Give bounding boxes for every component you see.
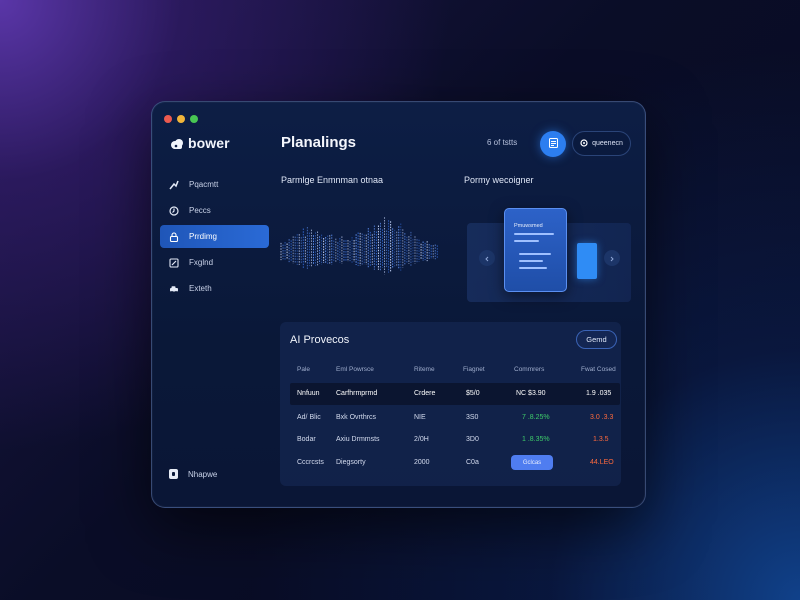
sidebar-item-label: Exteth — [189, 284, 212, 293]
table-cell: 2000 — [414, 459, 430, 466]
carousel-prev-button[interactable] — [479, 250, 495, 266]
table-row[interactable]: Ad/ Blic Bxk Ovrthrcs NIE 3S0 7 .8.25% 3… — [290, 407, 620, 429]
cloud-icon — [170, 137, 184, 149]
promo-carousel: Pmuwsmed — [467, 208, 631, 302]
column-header[interactable]: Pale — [297, 366, 310, 373]
header-action-pill[interactable]: queenecn — [572, 131, 631, 156]
edit-icon — [169, 257, 179, 268]
sidebar-item-label: Peccs — [189, 206, 211, 215]
car-icon — [169, 284, 179, 294]
chart-icon — [169, 180, 179, 190]
providers-panel: AI Provecos Gemd Pale Eml Powrsce Riteme… — [280, 322, 621, 486]
app-window: bower Pqacmtt Peccs Prrdimg Fxglnd Extet… — [151, 101, 646, 508]
sidebar-item-label: Pqacmtt — [189, 180, 219, 189]
promo-section-title: Pormy wecoigner — [464, 175, 534, 185]
chevron-right-icon — [609, 249, 615, 267]
list-icon — [548, 135, 558, 153]
table-cell: Nnfuun — [297, 390, 320, 397]
table-cell: Ad/ Blic — [297, 414, 321, 421]
table-cell: C0a — [466, 459, 479, 466]
clock-icon — [169, 205, 179, 216]
sidebar-item-2[interactable]: Prrdimg — [160, 225, 269, 248]
table-cell: $5/0 — [466, 390, 480, 397]
lock-icon — [169, 231, 179, 242]
row-action-button[interactable]: Gclcas — [511, 455, 553, 470]
window-controls — [164, 115, 198, 123]
header-primary-button[interactable] — [540, 131, 566, 157]
column-header[interactable]: Commrers — [514, 366, 544, 373]
column-header[interactable]: Riteme — [414, 366, 435, 373]
column-header[interactable]: Eml Powrsce — [336, 366, 374, 373]
brand[interactable]: bower — [170, 135, 230, 151]
brand-name: bower — [188, 135, 230, 151]
table-cell-final: 1.3.5 — [593, 436, 609, 443]
column-header[interactable]: Fiagnet — [463, 366, 485, 373]
minimize-window-button[interactable] — [177, 115, 185, 123]
table-cell-final: 3.0 .3.3 — [590, 414, 614, 421]
table-cell: NIE — [414, 414, 426, 421]
promo-card-line — [519, 267, 547, 269]
sidebar-item-0[interactable]: Pqacmtt — [160, 173, 269, 196]
panel-title: AI Provecos — [290, 334, 350, 346]
table-cell: 3S0 — [466, 414, 479, 421]
table-cell: Crdere — [414, 390, 436, 397]
column-header[interactable]: Fwat Cosed — [581, 366, 616, 373]
chevron-left-icon — [484, 249, 490, 267]
table-cell: Bxk Ovrthrcs — [336, 414, 377, 421]
sidebar-item-label: Prrdimg — [189, 232, 218, 241]
promo-card-line — [514, 240, 539, 242]
sidebar-item-1[interactable]: Peccs — [160, 199, 269, 222]
promo-card-title: Pmuwsmed — [514, 223, 543, 229]
table-cell: 3D0 — [466, 436, 479, 443]
settings-icon — [580, 138, 588, 149]
promo-card-line — [514, 233, 554, 235]
table-cell: Cccrcsts — [297, 459, 324, 466]
table-row[interactable]: Nnfuun Carfhrmprmd Crdere $5/0 NC $3.90 … — [290, 383, 620, 405]
promo-card-line — [519, 260, 543, 262]
sidebar-nav: Pqacmtt Peccs Prrdimg Fxglnd Exteth — [160, 173, 269, 303]
sidebar-item-4[interactable]: Exteth — [160, 277, 269, 300]
table-cell: Diegsorty — [336, 459, 366, 466]
table-cell: NC $3.90 — [516, 390, 546, 397]
table-cell: Axiu Drmmsts — [336, 436, 380, 443]
table-cell-change: 1 .8.35% — [522, 436, 550, 443]
table-cell: Bodar — [297, 436, 316, 443]
maximize-window-button[interactable] — [190, 115, 198, 123]
table-cell-change: 7 .8.25% — [522, 414, 550, 421]
sidebar-bottom-item[interactable]: Nhapwe — [169, 469, 217, 479]
sidebar-item-3[interactable]: Fxglnd — [160, 251, 269, 274]
close-window-button[interactable] — [164, 115, 172, 123]
table-cell: 2/0H — [414, 436, 429, 443]
table-cell: 1.9 .035 — [586, 390, 612, 397]
sidebar-bottom-label: Nhapwe — [188, 469, 218, 479]
table-row[interactable]: Cccrcsts Diegsorty 2000 C0a Gclcas 44.LE… — [290, 452, 620, 474]
table-cell-final: 44.LEO — [590, 459, 614, 466]
header-action-label: queenecn — [592, 140, 623, 147]
waveform-visual — [280, 217, 438, 275]
promo-card[interactable]: Pmuwsmed — [504, 208, 567, 292]
promo-card-line — [519, 253, 551, 255]
carousel-next-button[interactable] — [604, 250, 620, 266]
table-row[interactable]: Bodar Axiu Drmmsts 2/0H 3D0 1 .8.35% 1.3… — [290, 429, 620, 451]
page-title: Planalings — [281, 134, 357, 151]
document-icon — [169, 469, 178, 479]
table-cell: Carfhrmprmd — [336, 390, 378, 397]
header-count: 6 of tstts — [487, 138, 518, 147]
panel-action-button[interactable]: Gemd — [576, 330, 617, 349]
wave-section-title: Parmlge Enmnman otnaa — [281, 175, 384, 185]
sidebar-item-label: Fxglnd — [189, 258, 214, 267]
promo-highlight-bar — [577, 243, 597, 279]
